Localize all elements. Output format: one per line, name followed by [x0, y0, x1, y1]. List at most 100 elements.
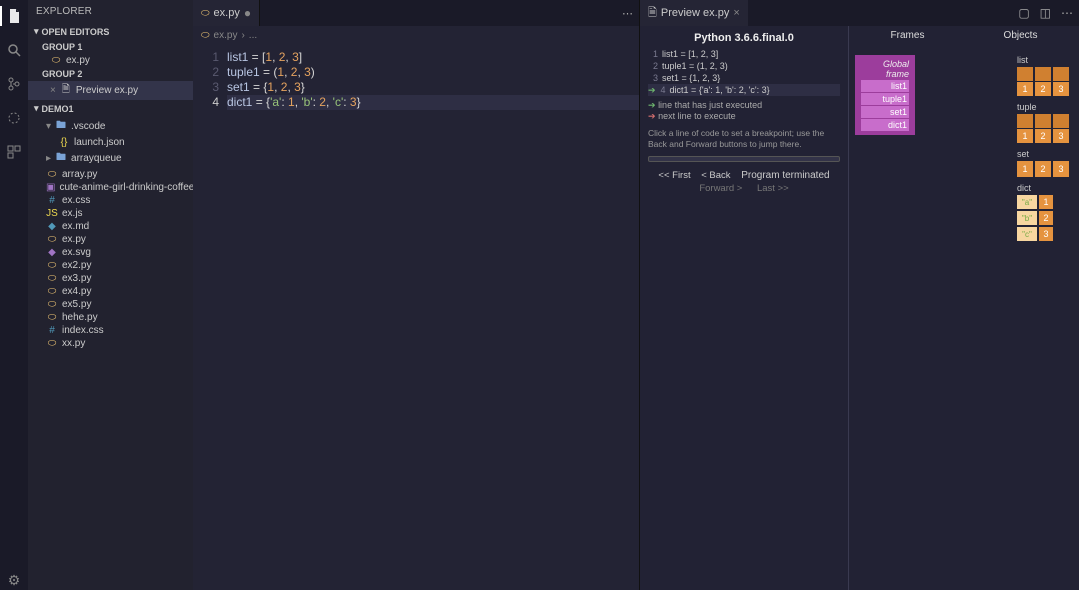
obj-label: set — [1017, 149, 1069, 159]
editor-group: ⬭ ex.py ● ⋯ ⬭ ex.py › ... 1 2 3 4 list1 … — [193, 0, 639, 590]
back-button[interactable]: < Back — [701, 170, 730, 181]
tutor-line[interactable]: 3set1 = {1, 2, 3} — [648, 72, 840, 84]
python-file-icon: ⬭ — [50, 55, 62, 66]
file-array-py[interactable]: ⬭array.py — [28, 168, 193, 181]
extensions-icon[interactable] — [4, 142, 24, 162]
line-gutter: 1 2 3 4 — [193, 44, 227, 590]
objects-header: Objects — [964, 30, 1077, 41]
folder-label: .vscode — [71, 121, 105, 132]
more-icon[interactable]: ⋯ — [1061, 6, 1073, 20]
file-ex-svg[interactable]: ◆ex.svg — [28, 246, 193, 259]
close-icon[interactable]: × — [50, 85, 56, 96]
file-cute-image[interactable]: ▣cute-anime-girl-drinking-coffee.jpg — [28, 181, 193, 194]
settings-gear-icon[interactable]: ⚙ — [4, 570, 24, 590]
global-frame: Global frame list1 tuple1 set1 dict1 — [855, 55, 915, 241]
python-file-icon: ⬭ — [46, 286, 58, 297]
line-number: 3 — [193, 80, 219, 95]
status-text: Program terminated — [741, 170, 829, 181]
code-line[interactable]: list1 = [1, 2, 3] — [227, 50, 639, 65]
file-ex-py[interactable]: ⬭ex.py — [28, 233, 193, 246]
forward-button[interactable]: Forward > — [699, 183, 742, 194]
preview-right: Frames Objects Global frame list1 tuple1… — [849, 26, 1079, 590]
group-2: GROUP 2 — [28, 67, 193, 81]
file-index-css[interactable]: #index.css — [28, 324, 193, 337]
python-file-icon: ⬭ — [201, 8, 210, 19]
preview-tabs: 🗎 Preview ex.py × ▢ ◫ ⋯ — [640, 0, 1079, 26]
obj-dict: dict "a"1 "b"2 "c"3 — [1017, 183, 1069, 241]
open-editors-section[interactable]: ▾OPEN EDITORS — [28, 23, 193, 40]
layout-icon[interactable]: ▢ — [1018, 6, 1029, 20]
python-file-icon: ⬭ — [46, 338, 58, 349]
file-label: cute-anime-girl-drinking-coffee.jpg — [59, 182, 193, 193]
activity-bar: ⚙ — [0, 0, 28, 590]
first-button[interactable]: << First — [658, 170, 690, 181]
tab-label: ex.py — [214, 7, 240, 19]
breadcrumb-more: ... — [249, 30, 257, 41]
python-file-icon: ⬭ — [46, 260, 58, 271]
python-file-icon: ⬭ — [46, 169, 58, 180]
css-file-icon: # — [46, 325, 58, 336]
line-number: 1 — [193, 50, 219, 65]
file-ex2-py[interactable]: ⬭ ex2.py — [28, 259, 193, 272]
tab-close-icon[interactable]: × — [733, 7, 739, 19]
chevron-down-icon: ▾ — [46, 121, 51, 132]
json-file-icon: {} — [58, 137, 70, 148]
code-editor[interactable]: 1 2 3 4 list1 = [1, 2, 3] tuple1 = (1, 2… — [193, 44, 639, 590]
frame-var: list1 — [861, 80, 909, 92]
last-button[interactable]: Last >> — [757, 183, 789, 194]
python-file-icon: ⬭ — [46, 234, 58, 245]
breadcrumb[interactable]: ⬭ ex.py › ... — [193, 26, 639, 44]
step-slider[interactable] — [648, 156, 840, 162]
js-file-icon: JS — [46, 208, 58, 219]
file-ex3-py[interactable]: ⬭ex3.py — [28, 272, 193, 285]
file-ex4-py[interactable]: ⬭ex4.py — [28, 285, 193, 298]
files-icon[interactable] — [0, 6, 28, 26]
file-label: ex.svg — [62, 247, 91, 258]
tab-label: Preview ex.py — [661, 7, 729, 19]
file-hehe-py[interactable]: ⬭hehe.py — [28, 311, 193, 324]
file-launch-json[interactable]: {}launch.json — [28, 136, 193, 149]
open-editor-ex-py[interactable]: ⬭ex.py — [28, 54, 193, 67]
chevron-right-icon: › — [241, 30, 244, 41]
tutor-code[interactable]: 1list1 = [1, 2, 3] 2tuple1 = (1, 2, 3) 3… — [648, 48, 840, 96]
obj-list: list 123 — [1017, 55, 1069, 96]
file-ex-css[interactable]: #ex.css — [28, 194, 193, 207]
file-ex5-py[interactable]: ⬭ex5.py — [28, 298, 193, 311]
folder-vscode[interactable]: ▾🖿.vscode — [28, 117, 193, 136]
tab-ex-py[interactable]: ⬭ ex.py ● — [193, 0, 260, 26]
next-arrow-icon: ➔ — [648, 111, 656, 121]
preview-file-icon: 🗎 — [648, 4, 657, 23]
code-line[interactable]: set1 = {1, 2, 3} — [227, 80, 639, 95]
legend-text: line that has just executed — [658, 100, 762, 110]
search-icon[interactable] — [4, 40, 24, 60]
folder-arrayqueue[interactable]: ▸🖿arrayqueue — [28, 149, 193, 168]
legend-text: next line to execute — [658, 111, 736, 121]
file-label: ex2.py — [62, 260, 91, 271]
open-editor-preview-ex-py[interactable]: ×🗎Preview ex.py — [28, 81, 193, 100]
folder-icon: 🖿 — [55, 150, 67, 167]
code-area[interactable]: list1 = [1, 2, 3] tuple1 = (1, 2, 3) set… — [227, 44, 639, 590]
python-file-icon: ⬭ — [46, 273, 58, 284]
code-line[interactable]: tuple1 = (1, 2, 3) — [227, 65, 639, 80]
file-ex-md[interactable]: ◆ex.md — [28, 220, 193, 233]
demo-folder-section[interactable]: ▾DEMO1 — [28, 100, 193, 117]
split-icon[interactable]: ◫ — [1040, 6, 1051, 20]
debug-icon[interactable] — [4, 108, 24, 128]
file-label: Preview ex.py — [76, 85, 138, 96]
tutor-line[interactable]: ➔4dict1 = {'a': 1, 'b': 2, 'c': 3} — [648, 84, 840, 96]
tab-more-icon[interactable]: ⋯ — [616, 0, 639, 26]
tutor-line[interactable]: 1list1 = [1, 2, 3] — [648, 48, 840, 60]
tab-close-icon[interactable]: ● — [244, 6, 251, 20]
explorer-title: EXPLORER — [28, 0, 193, 23]
file-xx-py[interactable]: ⬭xx.py — [28, 337, 193, 350]
source-control-icon[interactable] — [4, 74, 24, 94]
explorer-sidebar: EXPLORER ▾OPEN EDITORS GROUP 1 ⬭ex.py GR… — [28, 0, 193, 590]
line-number: 4 — [193, 95, 219, 110]
tutor-line[interactable]: 2tuple1 = (1, 2, 3) — [648, 60, 840, 72]
python-version: Python 3.6.6.final.0 — [648, 32, 840, 44]
preview-body: Python 3.6.6.final.0 1list1 = [1, 2, 3] … — [640, 26, 1079, 590]
tab-preview-ex-py[interactable]: 🗎 Preview ex.py × — [640, 0, 748, 26]
file-ex-js[interactable]: JSex.js — [28, 207, 193, 220]
code-line[interactable]: dict1 = {'a': 1, 'b': 2, 'c': 3} — [227, 95, 639, 110]
file-label: ex.md — [62, 221, 89, 232]
